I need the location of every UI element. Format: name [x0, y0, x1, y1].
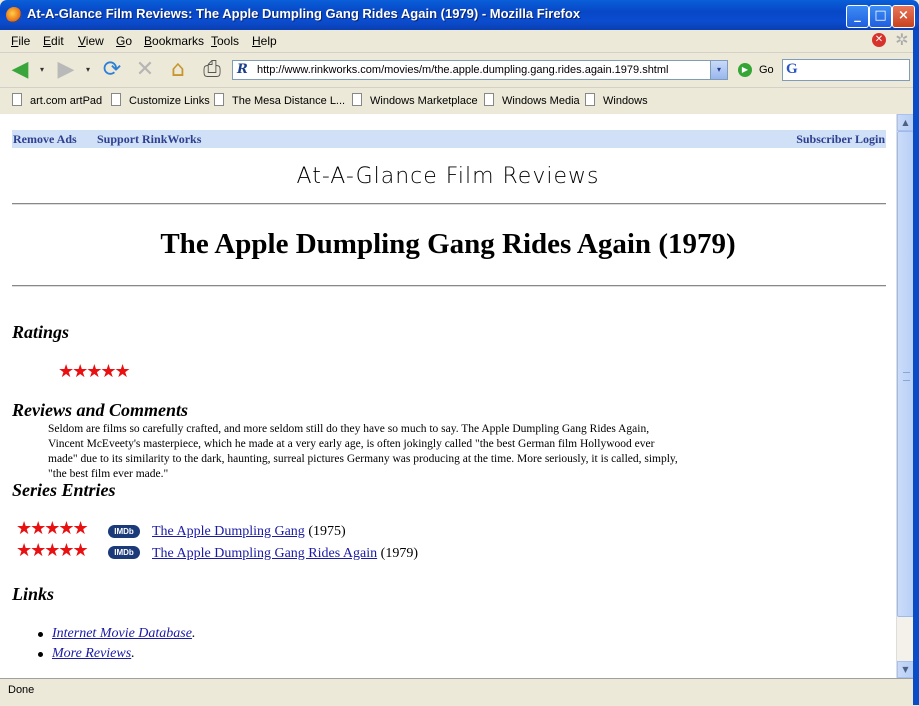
maximize-button[interactable]: □ [869, 5, 892, 28]
url-bar[interactable]: R http://www.rinkworks.com/movies/m/the.… [232, 60, 728, 80]
menu-bar: File Edit View Go Bookmarks Tools Help [0, 30, 919, 53]
site-favicon-icon: R [237, 62, 248, 77]
minimize-button[interactable]: _ [846, 5, 869, 28]
rating-stars-icon: ★★★★★ [58, 361, 131, 382]
menu-bookmarks[interactable]: Bookmarks [144, 34, 204, 48]
bookmark-page-icon [585, 93, 595, 106]
ratings-heading: Ratings [12, 322, 70, 342]
search-engine-icon[interactable]: G [786, 61, 798, 78]
bookmark-item[interactable]: Windows Media [502, 95, 580, 107]
list-item: More Reviews. [52, 646, 135, 662]
bookmark-item[interactable]: Customize Links [129, 95, 210, 107]
subscriber-login-link[interactable]: Subscriber Login [796, 132, 885, 147]
imdb-link[interactable]: Internet Movie Database [52, 626, 192, 641]
title-bar: At-A-Glance Film Reviews: The Apple Dump… [0, 0, 919, 30]
list-item: Internet Movie Database. [52, 626, 195, 642]
bookmark-item[interactable]: art.com artPad [30, 95, 102, 107]
series-heading: Series Entries [12, 480, 116, 500]
back-dropdown-icon[interactable]: ▾ [40, 65, 44, 74]
support-rinkworks-link[interactable]: Support RinkWorks [97, 132, 201, 147]
print-icon[interactable]: ⎙ [198, 56, 226, 84]
series-entry-link[interactable]: The Apple Dumpling Gang [152, 524, 305, 539]
bookmark-page-icon [111, 93, 121, 106]
divider [12, 203, 886, 205]
series-entry-link[interactable]: The Apple Dumpling Gang Rides Again [152, 546, 377, 561]
menu-tools[interactable]: Tools [211, 34, 239, 48]
remove-ads-link[interactable]: Remove Ads [13, 132, 77, 147]
list-bullet-icon [38, 652, 43, 657]
menu-go[interactable]: Go [116, 34, 132, 48]
throbber-icon: ✲ [895, 30, 909, 49]
window-title: At-A-Glance Film Reviews: The Apple Dump… [27, 6, 581, 21]
status-text: Done [8, 684, 35, 696]
series-entry-year: (1975) [304, 524, 346, 539]
go-button[interactable]: Go [759, 64, 774, 76]
vertical-scrollbar[interactable]: ▲ ▼ [896, 114, 914, 678]
menu-help[interactable]: Help [252, 34, 277, 48]
reviews-heading: Reviews and Comments [12, 400, 189, 420]
bookmark-item[interactable]: The Mesa Distance L... [232, 95, 345, 107]
divider [12, 285, 886, 287]
imdb-badge-icon[interactable]: IMDb [108, 546, 140, 559]
site-nav-bar: Remove Ads Support RinkWorks Subscriber … [12, 130, 886, 148]
go-icon[interactable]: ▶ [738, 63, 752, 77]
imdb-badge-icon[interactable]: IMDb [108, 525, 140, 538]
series-entry: The Apple Dumpling Gang (1975) [152, 524, 346, 540]
site-title: At-A-Glance Film Reviews [296, 164, 600, 189]
series-rating-stars-icon: ★★★★★ [16, 518, 89, 539]
page-title: The Apple Dumpling Gang Rides Again (197… [160, 228, 736, 260]
reload-icon[interactable]: ⟳ [98, 56, 126, 84]
menu-file[interactable]: File [11, 34, 30, 48]
url-input[interactable]: http://www.rinkworks.com/movies/m/the.ap… [257, 64, 668, 76]
bookmark-item[interactable]: Windows Marketplace [370, 95, 478, 107]
close-button[interactable]: × [892, 5, 915, 28]
bookmark-page-icon [352, 93, 362, 106]
series-entry-year: (1979) [377, 546, 418, 561]
page-content: Remove Ads Support RinkWorks Subscriber … [0, 114, 896, 678]
menu-edit[interactable]: Edit [43, 34, 64, 48]
menu-view[interactable]: View [78, 34, 104, 48]
series-rating-stars-icon: ★★★★★ [16, 540, 89, 561]
scrollbar-thumb[interactable] [897, 131, 914, 617]
more-reviews-link[interactable]: More Reviews [52, 646, 131, 661]
bookmark-item[interactable]: Windows [603, 95, 648, 107]
forward-dropdown-icon[interactable]: ▾ [86, 65, 90, 74]
status-bar [0, 678, 913, 706]
bookmark-page-icon [12, 93, 22, 106]
browser-window: At-A-Glance Film Reviews: The Apple Dump… [0, 0, 919, 706]
url-dropdown-icon[interactable]: ▾ [710, 61, 727, 79]
search-input[interactable]: G [782, 59, 910, 81]
series-entry: The Apple Dumpling Gang Rides Again (197… [152, 546, 418, 562]
list-bullet-icon [38, 632, 43, 637]
window-border [913, 30, 919, 705]
scroll-down-icon[interactable]: ▼ [897, 661, 914, 678]
stop-loading-icon[interactable]: ✕ [872, 33, 886, 47]
forward-icon[interactable]: ▶ [52, 56, 80, 84]
back-icon[interactable]: ◀ [6, 56, 34, 84]
review-text: Seldom are films so carefully crafted, a… [48, 423, 678, 480]
link-suffix: . [191, 626, 196, 641]
stop-icon[interactable]: ✕ [131, 56, 159, 84]
links-heading: Links [12, 584, 55, 604]
link-suffix: . [131, 646, 135, 661]
scroll-up-icon[interactable]: ▲ [897, 114, 914, 131]
bookmark-page-icon [484, 93, 494, 106]
bookmark-page-icon [214, 93, 224, 106]
firefox-logo-icon [6, 7, 22, 23]
home-icon[interactable]: ⌂ [164, 56, 192, 84]
scroll-grip-icon [903, 372, 910, 381]
